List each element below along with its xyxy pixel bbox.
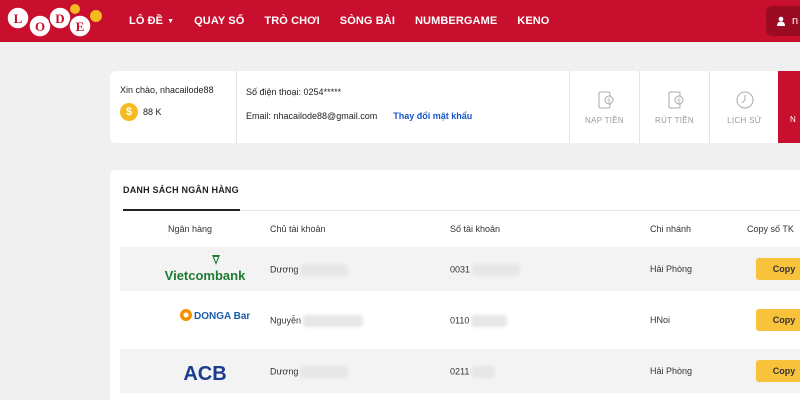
masked-text [472,264,521,276]
top-navbar: L O D E LÔ ĐỀ ▼ QUAY SỐ TRÒ CHƠI SÒNG BÀI… [0,0,800,42]
owner-name: Dương [270,264,349,276]
svg-text:D: D [55,11,64,26]
svg-text:L: L [14,11,23,26]
bank-name: DONGA Bank [194,311,250,322]
withdraw-button[interactable]: $ RÚT TIỀN [639,71,709,143]
table-row: Vietcombank Dương 0031 Hải Phòng Copy [120,247,800,291]
deposit-button[interactable]: $ NẠP TIỀN [569,71,639,143]
donga-bank-logo: DONGA Bank [180,309,250,322]
greeting: Xin chào, nhacailode88 [120,85,214,95]
svg-text:E: E [76,19,85,34]
chevron-down-icon: ▼ [167,17,175,25]
user-icon [777,16,785,26]
main-nav: LÔ ĐỀ ▼ QUAY SỐ TRÒ CHƠI SÒNG BÀI NUMBERG… [129,0,569,42]
active-tab-indicator [123,209,240,211]
table-row: ACB Dương 0211 Hải Phòng Copy [120,349,800,393]
nav-numbergame[interactable]: NUMBERGAME [415,15,497,27]
account-summary: Xin chào, nhacailode88 $ 88 K [120,85,240,121]
masked-text [471,315,508,327]
divider [236,71,237,143]
bank-list-card: DANH SÁCH NGÂN HÀNG Ngân hàng Chủ tài kh… [110,170,800,400]
vietcombank-logo: Vietcombank [165,255,246,283]
account-card: Xin chào, nhacailode88 $ 88 K Số điện th… [110,71,800,143]
red-action-tab[interactable]: N [778,71,800,143]
masked-text [300,264,349,276]
bank-name: Vietcombank [165,268,246,283]
nav-keno[interactable]: KENO [517,15,549,27]
svg-text:O: O [35,19,45,34]
withdraw-icon: $ [668,91,683,109]
coin-icon: $ [120,103,138,121]
history-icon [736,91,753,109]
copy-button[interactable]: Copy [756,258,800,280]
nav-lo-de[interactable]: LÔ ĐỀ ▼ [129,15,174,27]
user-menu-button[interactable]: n [766,6,800,36]
copy-button[interactable]: Copy [756,309,800,331]
balance: $ 88 K [120,103,240,121]
nav-quay-so[interactable]: QUAY SỐ [194,15,244,27]
column-header-owner: Chủ tài khoản [270,224,326,234]
copy-button[interactable]: Copy [756,360,800,382]
balance-value: 88 K [143,107,162,117]
bank-name: ACB [183,363,226,385]
branch: Hải Phòng [650,366,693,376]
column-header-branch: Chi nhánh [650,224,692,234]
lode-logo[interactable]: L O D E [4,2,104,42]
account-number: 0211 [450,366,496,378]
change-password-link[interactable]: Thay đổi mật khẩu [393,111,472,121]
svg-text:$: $ [607,98,611,105]
owner-name: Nguyễn [270,315,364,327]
branch: HNoi [650,315,671,325]
nav-tro-choi[interactable]: TRÒ CHƠI [264,15,319,27]
column-header-account: Số tài khoản [450,224,501,234]
email-text: Email: nhacailode88@gmail.com [246,111,378,121]
account-number: 0110 [450,315,508,327]
deposit-icon: $ [598,91,613,109]
account-number: 0031 [450,264,521,276]
account-contact: Số điện thoại: 0254***** Email: nhacailo… [246,87,472,121]
owner-name: Dương [270,366,349,378]
acb-logo: ACB [183,363,226,385]
tab-bank-list[interactable]: DANH SÁCH NGÂN HÀNG [123,185,239,195]
masked-text [303,315,364,327]
history-button[interactable]: LỊCH SỬ [709,71,779,143]
phone-text: Số điện thoại: 0254***** [246,87,342,97]
column-header-bank: Ngân hàng [168,224,213,234]
nav-song-bai[interactable]: SÒNG BÀI [340,15,395,27]
table-row: DONGA Bank Nguyễn 0110 HNoi Copy [120,298,800,342]
branch: Hải Phòng [650,264,693,274]
masked-text [300,366,349,378]
column-header-copy: Copy số TK [747,224,794,234]
svg-text:$: $ [677,98,681,105]
masked-text [471,366,496,378]
